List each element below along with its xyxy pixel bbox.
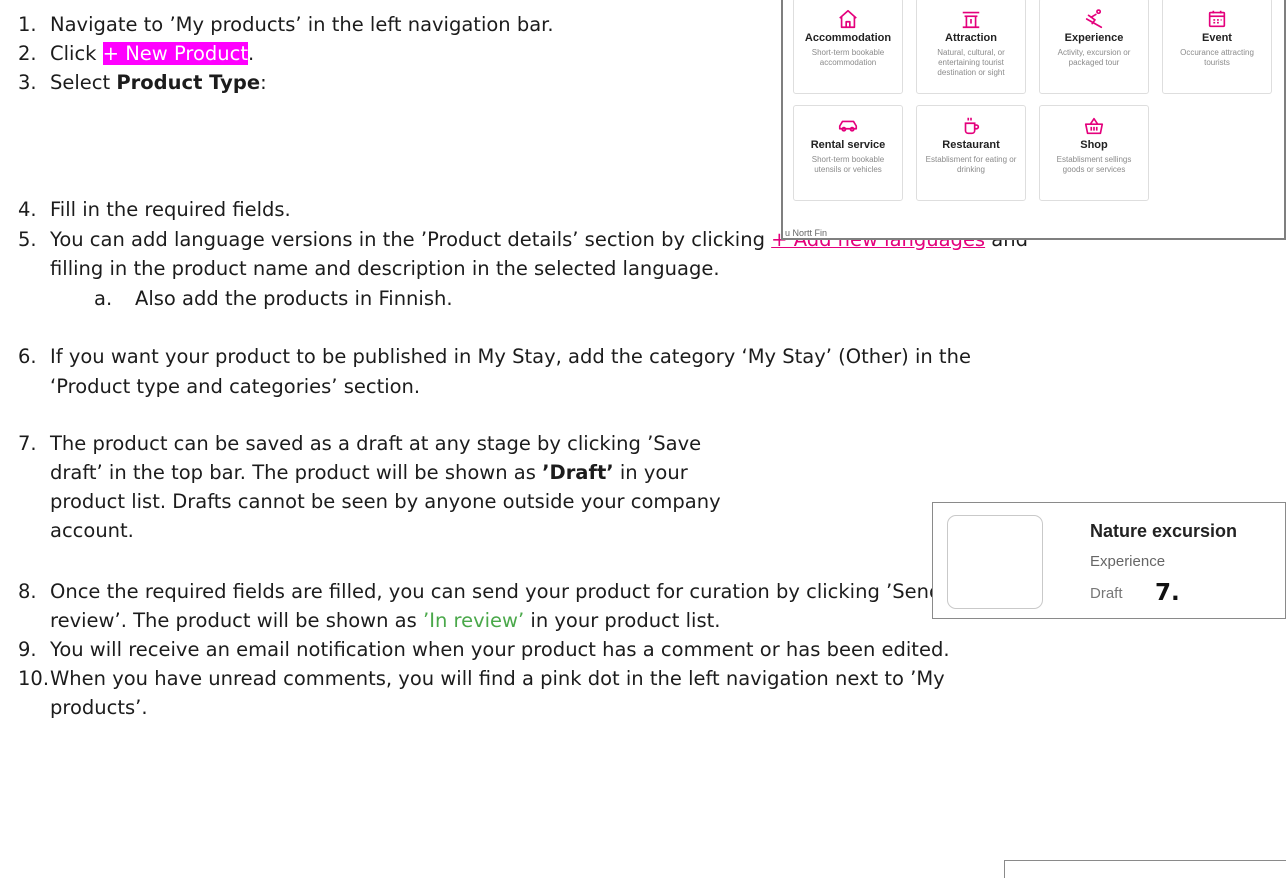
- cup-icon: [917, 115, 1025, 137]
- calendar-icon: [1163, 8, 1271, 30]
- step-7-line-3: product list. Drafts cannot be seen by a…: [50, 490, 721, 513]
- step-10-line-2: products’.: [50, 696, 148, 719]
- product-type-rental-service[interactable]: Rental service Short-term bookable utens…: [793, 105, 903, 201]
- instruction-page: 1. Navigate to ’My products’ in the left …: [0, 0, 1286, 878]
- cropped-screenshot-frame: [1004, 860, 1286, 878]
- step-7-line-4: account.: [50, 519, 134, 542]
- product-type-event[interactable]: Event Occurance attracting tourists: [1162, 0, 1272, 94]
- in-review-status-text: ’In review’: [423, 609, 525, 632]
- product-type-shop[interactable]: Shop Establisment sellings goods or serv…: [1039, 105, 1149, 201]
- step-9: 9. You will receive an email notification…: [18, 638, 950, 661]
- step-1: 1. Navigate to ’My products’ in the left …: [18, 13, 554, 36]
- step-5-line-2: filling in the product name and descript…: [50, 257, 720, 280]
- step-7: 7. The product can be saved as a draft at…: [18, 432, 702, 455]
- step-6: 6. If you want your product to be publish…: [18, 345, 971, 368]
- step-4: 4. Fill in the required fields.: [18, 198, 291, 221]
- step-2: 2. Click + New Product.: [18, 42, 255, 65]
- cropped-panel-text: u Nortt Fin: [785, 228, 828, 238]
- product-thumbnail: [947, 515, 1043, 609]
- product-name: Nature excursion: [1090, 521, 1238, 541]
- product-type-panel: Accommodation Short-term bookable accomm…: [781, 0, 1286, 240]
- product-type-attraction[interactable]: Attraction Natural, cultural, or enterta…: [916, 0, 1026, 94]
- product-type-restaurant[interactable]: Restaurant Establisment for eating or dr…: [916, 105, 1026, 201]
- step-8: 8. Once the required fields are filled, y…: [18, 580, 975, 603]
- step-marker: 7.: [1155, 580, 1180, 606]
- step-7-line-2: draft’ in the top bar. The product will …: [50, 461, 688, 484]
- new-product-button-label: + New Product: [102, 42, 248, 65]
- product-type: Experience: [1090, 553, 1166, 570]
- step-5a: a. Also add the products in Finnish.: [94, 287, 453, 310]
- product-type-experience[interactable]: Experience Activity, excursion or packag…: [1039, 0, 1149, 94]
- basket-icon: [1040, 115, 1148, 137]
- step-3: 3. Select Product Type:: [18, 71, 267, 94]
- car-icon: [794, 115, 902, 137]
- step-10: 10.When you have unread comments, you wi…: [18, 667, 945, 690]
- draft-status-label: Draft: [1090, 585, 1123, 602]
- landmark-icon: [917, 8, 1025, 30]
- skier-icon: [1040, 8, 1148, 30]
- house-icon: [794, 8, 902, 30]
- draft-product-card[interactable]: Nature excursion Experience Draft 7.: [932, 502, 1286, 619]
- step-8-line-2: review’. The product will be shown as ’I…: [50, 609, 721, 632]
- step-6-line-2: ‘Product type and categories’ section.: [50, 375, 421, 398]
- product-type-accommodation[interactable]: Accommodation Short-term bookable accomm…: [793, 0, 903, 94]
